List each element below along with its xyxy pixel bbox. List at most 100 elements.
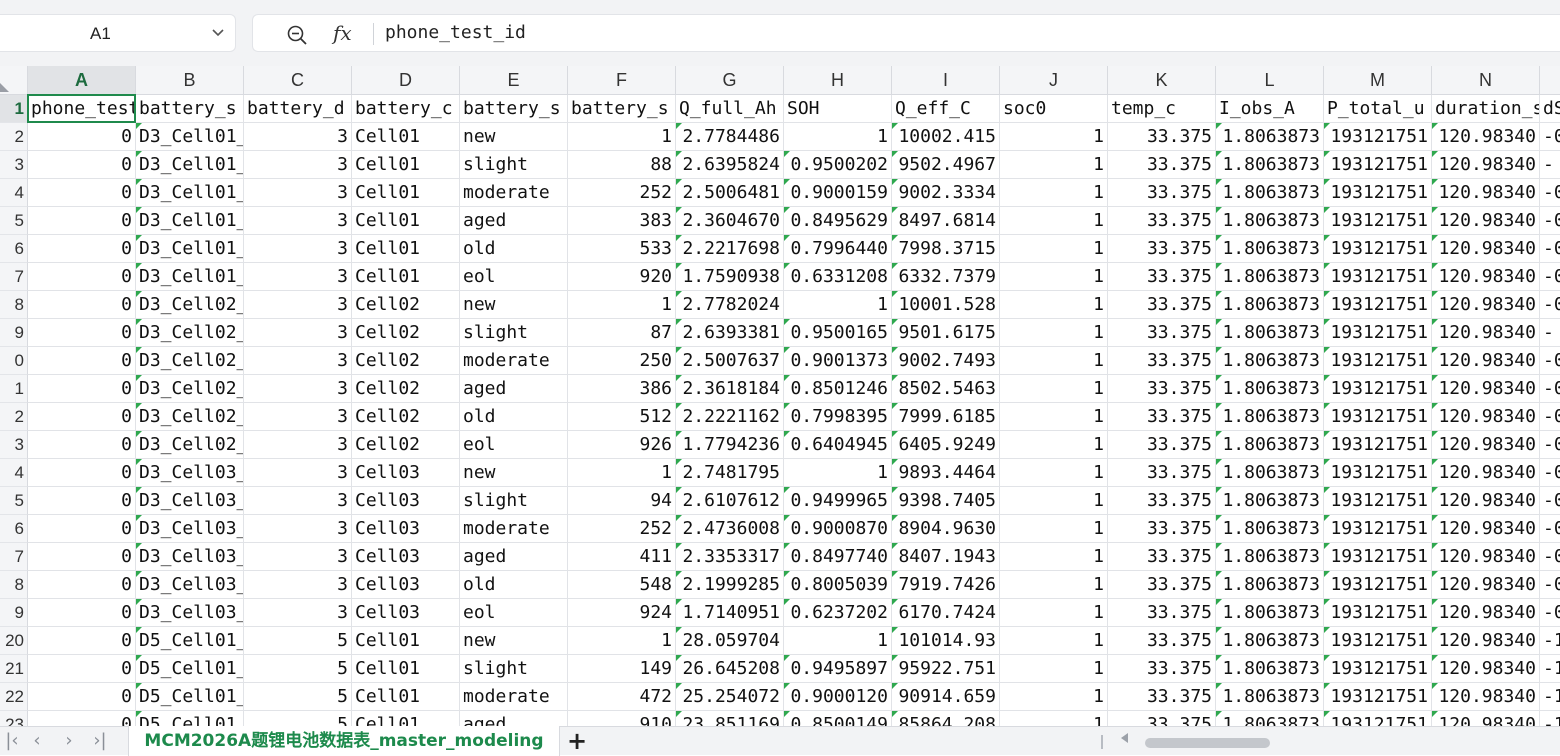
table-cell[interactable]: Cell02 xyxy=(352,319,460,347)
row-header[interactable]: 4 xyxy=(0,179,28,207)
scrollbar-thumb[interactable] xyxy=(1145,738,1270,748)
table-cell[interactable]: 5 xyxy=(244,683,352,711)
table-cell[interactable]: 0 xyxy=(28,655,136,683)
table-cell[interactable]: 3 xyxy=(244,543,352,571)
formula-content[interactable]: phone_test_id xyxy=(385,22,526,43)
table-cell[interactable]: 9002.3334 xyxy=(892,179,1000,207)
column-header-h[interactable]: H xyxy=(784,66,892,95)
table-cell[interactable]: 3 xyxy=(244,207,352,235)
zoom-search-icon[interactable] xyxy=(286,24,308,46)
table-cell[interactable]: 3 xyxy=(244,291,352,319)
first-sheet-icon[interactable]: |‹ xyxy=(3,731,21,751)
table-cell[interactable]: 33.375 xyxy=(1108,459,1216,487)
table-cell[interactable]: 120.98340 xyxy=(1432,599,1540,627)
table-cell[interactable]: 193121751 xyxy=(1324,711,1432,726)
table-cell[interactable]: 193121751 xyxy=(1324,235,1432,263)
column-header-l[interactable]: L xyxy=(1216,66,1324,95)
column-header-k[interactable]: K xyxy=(1108,66,1216,95)
table-cell[interactable]: 0.6237202 xyxy=(784,599,892,627)
table-cell[interactable]: -0 xyxy=(1540,263,1560,291)
table-cell[interactable]: Cell02 xyxy=(352,375,460,403)
fx-icon[interactable]: fx xyxy=(333,21,352,45)
table-cell[interactable]: 193121751 xyxy=(1324,599,1432,627)
table-cell[interactable]: 1 xyxy=(1000,291,1108,319)
chevron-down-icon[interactable] xyxy=(211,25,225,39)
table-cell[interactable]: 193121751 xyxy=(1324,375,1432,403)
table-cell[interactable]: 33.375 xyxy=(1108,599,1216,627)
table-cell[interactable]: 120.98340 xyxy=(1432,431,1540,459)
table-cell[interactable]: 26.645208 xyxy=(676,655,784,683)
table-cell[interactable]: 1.8063873 xyxy=(1216,711,1324,726)
table-cell[interactable]: 120.98340 xyxy=(1432,263,1540,291)
table-cell[interactable]: 2.5006481 xyxy=(676,179,784,207)
table-cell[interactable]: 1 xyxy=(1000,571,1108,599)
table-cell[interactable]: 33.375 xyxy=(1108,431,1216,459)
table-cell[interactable]: moderate xyxy=(460,179,568,207)
table-cell[interactable]: 472 xyxy=(568,683,676,711)
table-cell[interactable]: 1 xyxy=(1000,403,1108,431)
table-cell[interactable]: 1.8063873 xyxy=(1216,263,1324,291)
table-cell[interactable]: Cell03 xyxy=(352,543,460,571)
table-cell[interactable]: 33.375 xyxy=(1108,403,1216,431)
header-cell[interactable]: soc0 xyxy=(1000,95,1108,123)
column-header-a[interactable]: A xyxy=(28,66,136,95)
table-cell[interactable]: -0 xyxy=(1540,543,1560,571)
table-cell[interactable]: 1.7140951 xyxy=(676,599,784,627)
table-cell[interactable]: moderate xyxy=(460,347,568,375)
table-cell[interactable]: 920 xyxy=(568,263,676,291)
header-cell[interactable]: dS xyxy=(1540,95,1560,123)
table-cell[interactable]: -0 xyxy=(1540,431,1560,459)
table-cell[interactable]: 0.6404945 xyxy=(784,431,892,459)
table-cell[interactable]: 383 xyxy=(568,207,676,235)
table-cell[interactable]: 120.98340 xyxy=(1432,627,1540,655)
table-cell[interactable]: 252 xyxy=(568,515,676,543)
spreadsheet-grid[interactable]: ABCDEFGHIJKLMN1phone_test_idbattery_sbat… xyxy=(0,66,1560,726)
column-header-j[interactable]: J xyxy=(1000,66,1108,95)
table-cell[interactable]: 0 xyxy=(28,627,136,655)
table-cell[interactable]: D3_Cell02_ xyxy=(136,403,244,431)
table-cell[interactable]: 0.8501246 xyxy=(784,375,892,403)
table-cell[interactable]: 193121751 xyxy=(1324,571,1432,599)
table-cell[interactable]: -0 xyxy=(1540,599,1560,627)
table-cell[interactable]: new xyxy=(460,123,568,151)
table-cell[interactable]: 910 xyxy=(568,711,676,726)
table-cell[interactable]: Cell02 xyxy=(352,431,460,459)
table-cell[interactable]: 0 xyxy=(28,207,136,235)
table-cell[interactable]: 1 xyxy=(1000,459,1108,487)
table-cell[interactable]: 1.8063873 xyxy=(1216,627,1324,655)
table-cell[interactable]: Cell01 xyxy=(352,123,460,151)
row-header[interactable]: 5 xyxy=(0,487,28,515)
table-cell[interactable]: 1.8063873 xyxy=(1216,599,1324,627)
table-cell[interactable]: 8904.9630 xyxy=(892,515,1000,543)
table-cell[interactable]: 0 xyxy=(28,459,136,487)
table-cell[interactable]: 0.9500165 xyxy=(784,319,892,347)
table-cell[interactable]: 120.98340 xyxy=(1432,403,1540,431)
table-cell[interactable]: D3_Cell02_ xyxy=(136,431,244,459)
column-header-m[interactable]: M xyxy=(1324,66,1432,95)
table-cell[interactable]: -0 xyxy=(1540,291,1560,319)
table-cell[interactable]: 0.9000120 xyxy=(784,683,892,711)
table-cell[interactable]: 0.8005039 xyxy=(784,571,892,599)
table-cell[interactable]: 120.98340 xyxy=(1432,151,1540,179)
table-cell[interactable]: 120.98340 xyxy=(1432,347,1540,375)
table-cell[interactable]: old xyxy=(460,235,568,263)
table-cell[interactable]: 1.8063873 xyxy=(1216,207,1324,235)
table-cell[interactable]: 120.98340 xyxy=(1432,683,1540,711)
table-cell[interactable]: 1 xyxy=(1000,711,1108,726)
table-cell[interactable]: 33.375 xyxy=(1108,487,1216,515)
column-header-b[interactable]: B xyxy=(136,66,244,95)
table-cell[interactable]: 0 xyxy=(28,179,136,207)
table-cell[interactable]: 1 xyxy=(1000,151,1108,179)
table-cell[interactable]: -0 xyxy=(1540,235,1560,263)
table-cell[interactable]: 10001.528 xyxy=(892,291,1000,319)
table-cell[interactable]: -0 xyxy=(1540,207,1560,235)
table-cell[interactable]: 0.9000159 xyxy=(784,179,892,207)
table-cell[interactable]: 94 xyxy=(568,487,676,515)
table-cell[interactable]: 3 xyxy=(244,571,352,599)
table-cell[interactable]: 533 xyxy=(568,235,676,263)
table-cell[interactable]: 1.8063873 xyxy=(1216,179,1324,207)
table-cell[interactable]: 1 xyxy=(1000,347,1108,375)
header-cell[interactable]: battery_c xyxy=(352,95,460,123)
column-header-e[interactable]: E xyxy=(460,66,568,95)
table-cell[interactable]: 87 xyxy=(568,319,676,347)
